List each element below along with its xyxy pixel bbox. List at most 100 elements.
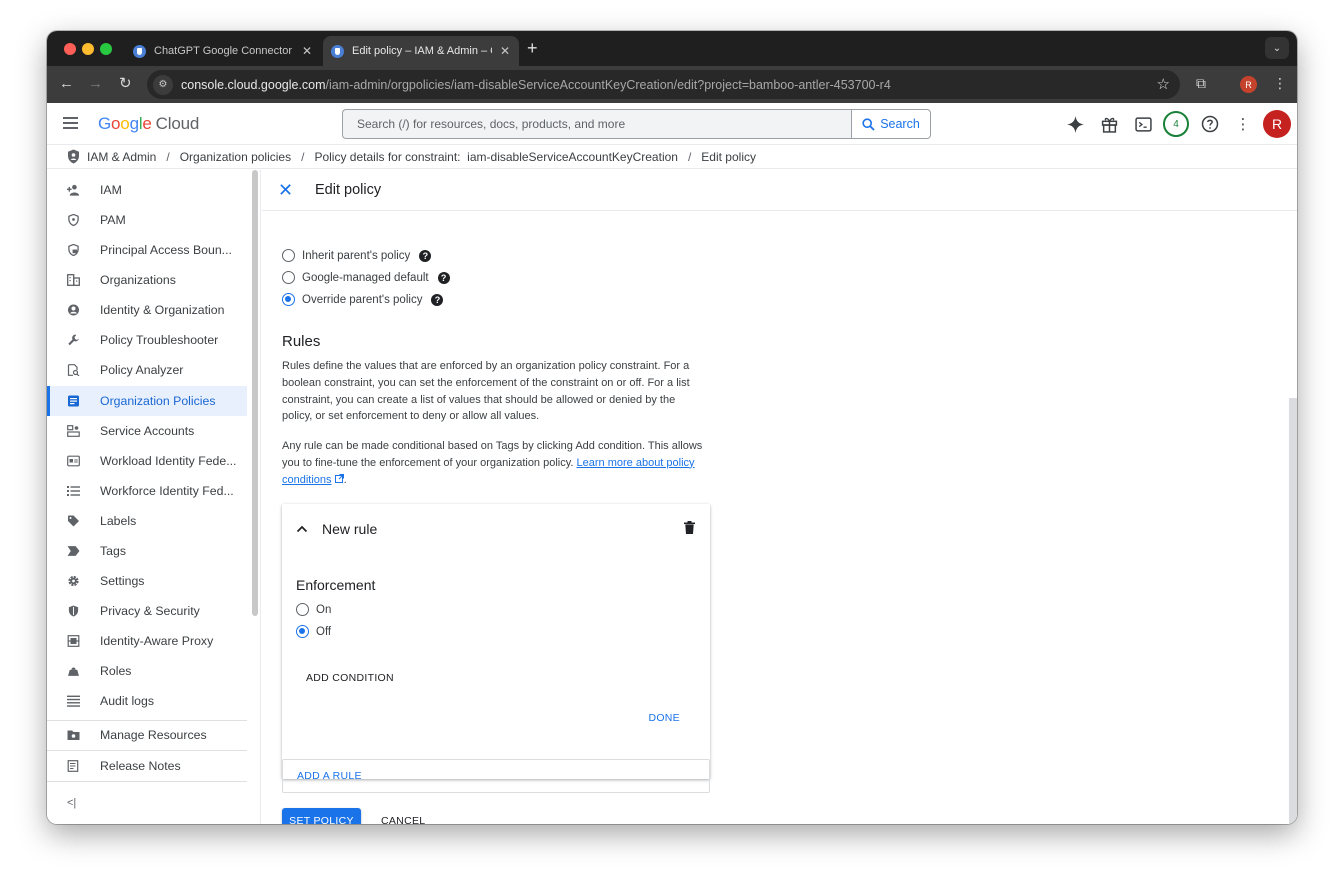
sidebar-item-workload-identity[interactable]: Workload Identity Fede... <box>47 446 247 476</box>
account-avatar[interactable]: R <box>1263 110 1291 138</box>
search-input[interactable]: Search (/) for resources, docs, products… <box>342 109 852 139</box>
privacy-shield-icon <box>68 605 79 617</box>
gift-icon[interactable] <box>1098 113 1120 135</box>
gemini-sparkle-icon[interactable] <box>1064 113 1086 135</box>
browser-profile-avatar[interactable]: R <box>1240 76 1257 93</box>
rules-description: Rules define the values that are enforce… <box>282 360 690 423</box>
sidebar-item-label: Organizations <box>100 273 176 287</box>
radio-enforcement-off[interactable]: Off <box>296 625 331 638</box>
help-icon[interactable]: ? <box>419 249 432 262</box>
breadcrumb-iam-admin[interactable]: IAM & Admin <box>87 150 156 164</box>
browser-menu-icon[interactable]: ⋮ <box>1273 75 1287 92</box>
sidebar-item-identity-organization[interactable]: Identity & Organization <box>47 295 247 325</box>
sidebar-item-label: Policy Analyzer <box>100 363 184 377</box>
sidebar-item-identity-aware-proxy[interactable]: Identity-Aware Proxy <box>47 626 247 656</box>
radio-button[interactable] <box>282 293 295 306</box>
minimize-window-button[interactable] <box>82 43 94 55</box>
close-tab-icon[interactable]: ✕ <box>500 44 510 58</box>
sidebar-item-audit-logs[interactable]: Audit logs <box>47 686 247 716</box>
sidebar-item-organization-policies[interactable]: Organization Policies <box>47 386 247 416</box>
new-tab-button[interactable]: + <box>527 39 538 57</box>
page-title: Edit policy <box>315 182 382 198</box>
service-account-icon <box>67 425 80 437</box>
sidebar-item-policy-troubleshooter[interactable]: Policy Troubleshooter <box>47 325 247 355</box>
radio-button[interactable] <box>296 603 309 616</box>
address-bar[interactable]: ⚙ console.cloud.google.com/iam-admin/org… <box>147 70 1180 99</box>
sidebar-item-service-accounts[interactable]: Service Accounts <box>47 416 247 446</box>
sidebar-item-workforce-identity[interactable]: Workforce Identity Fed... <box>47 476 247 506</box>
radio-button[interactable] <box>296 625 309 638</box>
sidebar-item-tags[interactable]: Tags <box>47 536 247 566</box>
radio-label: Inherit parent's policy <box>302 249 411 262</box>
badge-icon <box>67 455 80 467</box>
more-vert-icon[interactable]: ⋮ <box>1232 113 1254 135</box>
collapse-sidebar-icon[interactable]: <| <box>67 797 76 809</box>
sidebar-item-roles[interactable]: Roles <box>47 656 247 686</box>
cloud-shell-terminal-icon[interactable] <box>1132 113 1154 135</box>
radio-override-parent[interactable]: Override parent's policy ? <box>282 293 444 306</box>
hamburger-menu-icon[interactable] <box>63 117 78 129</box>
sidebar-item-label: Workforce Identity Fed... <box>100 484 234 498</box>
done-button[interactable]: DONE <box>648 712 680 724</box>
extensions-puzzle-icon[interactable]: ⧉ <box>1196 75 1206 92</box>
tab-edit-policy[interactable]: Edit policy – IAM & Admin – C ✕ <box>323 36 519 66</box>
radio-enforcement-on[interactable]: On <box>296 603 331 616</box>
sidebar-item-release-notes[interactable]: Release Notes <box>47 751 247 781</box>
sidebar-item-principal-access-boundary[interactable]: Principal Access Boun... <box>47 235 247 265</box>
sidebar-item-label: Settings <box>100 574 145 588</box>
chevron-up-icon[interactable] <box>296 523 308 535</box>
building-icon <box>67 274 80 286</box>
breadcrumb-policy-details[interactable]: Policy details for constraint: iam-disab… <box>314 150 678 164</box>
site-info-icon[interactable]: ⚙ <box>153 74 173 95</box>
sidebar-item-label: PAM <box>100 213 126 227</box>
set-policy-button[interactable]: SET POLICY <box>282 808 361 824</box>
sidebar-item-label: Release Notes <box>100 759 181 773</box>
radio-label: Google-managed default <box>302 271 429 284</box>
account-circle-icon <box>68 304 79 316</box>
cancel-button[interactable]: CANCEL <box>381 815 425 824</box>
radio-label: On <box>316 603 332 616</box>
back-arrow-icon[interactable]: ← <box>59 74 74 94</box>
sidebar-item-iam[interactable]: IAM <box>47 175 247 205</box>
close-window-button[interactable] <box>64 43 76 55</box>
tag-icon <box>67 546 80 556</box>
reload-icon[interactable]: ↻ <box>119 74 132 94</box>
main-scrollbar[interactable] <box>1289 398 1297 824</box>
help-icon[interactable]: ? <box>431 293 444 306</box>
breadcrumb-organization-policies[interactable]: Organization policies <box>180 150 291 164</box>
sidebar-item-policy-analyzer[interactable]: Policy Analyzer <box>47 355 247 385</box>
url-text: console.cloud.google.com/iam-admin/orgpo… <box>181 77 891 92</box>
sidebar-item-settings[interactable]: Settings <box>47 566 247 596</box>
tab-chatgpt-connector[interactable]: ChatGPT Google Connector – ✕ <box>125 36 321 66</box>
help-question-icon[interactable] <box>1199 113 1221 135</box>
radio-label: Override parent's policy <box>302 293 423 306</box>
search-button[interactable]: Search <box>851 109 931 139</box>
radio-inherit-parent[interactable]: Inherit parent's policy ? <box>282 249 432 262</box>
gear-icon <box>68 575 79 587</box>
add-rule-button[interactable]: ADD A RULE <box>282 759 710 793</box>
radio-button[interactable] <box>282 271 295 284</box>
help-icon[interactable]: ? <box>437 271 450 284</box>
sidebar-item-pam[interactable]: PAM <box>47 205 247 235</box>
sidebar-item-labels[interactable]: Labels <box>47 506 247 536</box>
forward-arrow-icon[interactable]: → <box>88 74 103 94</box>
close-tab-icon[interactable]: ✕ <box>302 44 312 58</box>
sidebar-item-organizations[interactable]: Organizations <box>47 265 247 295</box>
radio-button[interactable] <box>282 249 295 262</box>
google-cloud-logo[interactable]: Google Cloud <box>98 114 199 134</box>
bookmark-star-icon[interactable]: ☆ <box>1157 75 1170 93</box>
sidebar-item-label: Roles <box>100 664 132 678</box>
proxy-icon <box>67 635 80 647</box>
delete-trash-icon[interactable] <box>684 521 695 534</box>
tab-search-chevron-icon[interactable]: ⌄ <box>1265 37 1289 59</box>
sidebar-divider <box>47 781 247 782</box>
sidebar-item-privacy-security[interactable]: Privacy & Security <box>47 596 247 626</box>
add-person-icon <box>67 184 80 196</box>
zoom-window-button[interactable] <box>100 43 112 55</box>
notifications-count-badge[interactable]: 4 <box>1163 111 1189 137</box>
add-condition-button[interactable]: ADD CONDITION <box>306 672 394 684</box>
radio-google-managed-default[interactable]: Google-managed default ? <box>282 271 450 284</box>
close-icon[interactable]: ✕ <box>278 181 293 199</box>
sidebar-item-manage-resources[interactable]: Manage Resources <box>47 720 247 750</box>
sidebar-scrollbar[interactable] <box>252 170 258 616</box>
